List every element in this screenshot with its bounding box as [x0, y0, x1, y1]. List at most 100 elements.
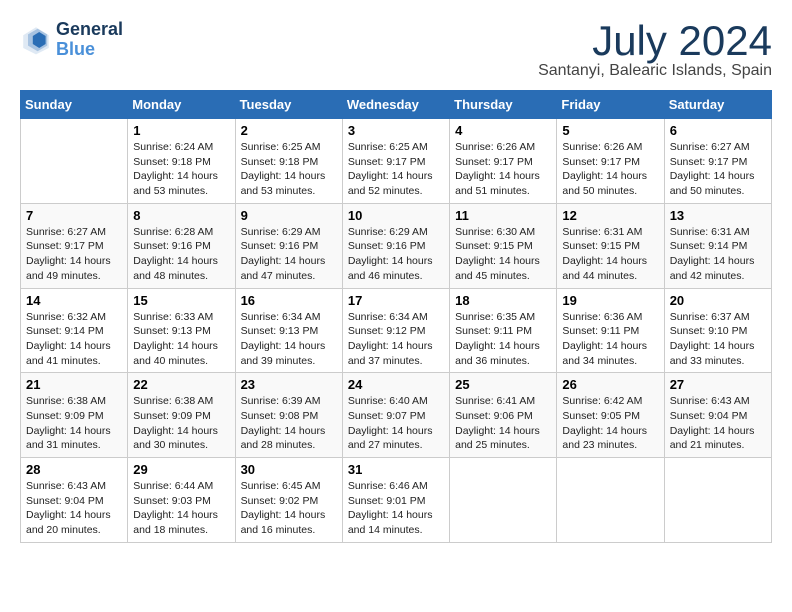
calendar-cell: 5 Sunrise: 6:26 AMSunset: 9:17 PMDaylight… — [557, 119, 664, 204]
cell-info: Sunrise: 6:26 AMSunset: 9:17 PMDaylight:… — [562, 140, 658, 199]
day-number: 24 — [348, 377, 444, 392]
calendar-table: SundayMondayTuesdayWednesdayThursdayFrid… — [20, 90, 772, 543]
day-number: 21 — [26, 377, 122, 392]
day-number: 12 — [562, 208, 658, 223]
header-friday: Friday — [557, 91, 664, 119]
calendar-cell: 8Sunrise: 6:28 AMSunset: 9:16 PMDaylight… — [128, 203, 235, 288]
calendar-cell: 18 Sunrise: 6:35 AMSunset: 9:11 PMDayligh… — [450, 288, 557, 373]
day-number: 7 — [26, 208, 122, 223]
cell-info: Sunrise: 6:43 AMSunset: 9:04 PMDaylight:… — [26, 479, 122, 538]
day-number: 22 — [133, 377, 229, 392]
day-number: 18 — [455, 293, 551, 308]
week-row-5: 28Sunrise: 6:43 AMSunset: 9:04 PMDayligh… — [21, 458, 772, 543]
cell-info: Sunrise: 6:32 AMSunset: 9:14 PMDaylight:… — [26, 310, 122, 369]
header-sunday: Sunday — [21, 91, 128, 119]
day-number: 1 — [133, 123, 229, 138]
cell-info: Sunrise: 6:27 AMSunset: 9:17 PMDaylight:… — [26, 225, 122, 284]
page-header: General Blue July 2024 Santanyi, Baleari… — [20, 20, 772, 80]
calendar-cell: 30 Sunrise: 6:45 AMSunset: 9:02 PMDayligh… — [235, 458, 342, 543]
calendar-cell: 13 Sunrise: 6:31 AMSunset: 9:14 PMDayligh… — [664, 203, 771, 288]
cell-info: Sunrise: 6:25 AMSunset: 9:18 PMDaylight:… — [241, 140, 337, 199]
logo-line2: Blue — [56, 39, 95, 59]
calendar-cell: 20Sunrise: 6:37 AMSunset: 9:10 PMDayligh… — [664, 288, 771, 373]
calendar-cell: 25 Sunrise: 6:41 AMSunset: 9:06 PMDayligh… — [450, 373, 557, 458]
calendar-cell: 23 Sunrise: 6:39 AMSunset: 9:08 PMDayligh… — [235, 373, 342, 458]
cell-info: Sunrise: 6:37 AMSunset: 9:10 PMDaylight:… — [670, 310, 766, 369]
cell-info: Sunrise: 6:38 AMSunset: 9:09 PMDaylight:… — [133, 394, 229, 453]
cell-info: Sunrise: 6:43 AMSunset: 9:04 PMDaylight:… — [670, 394, 766, 453]
cell-info: Sunrise: 6:29 AMSunset: 9:16 PMDaylight:… — [241, 225, 337, 284]
header-thursday: Thursday — [450, 91, 557, 119]
day-number: 10 — [348, 208, 444, 223]
calendar-cell: 15 Sunrise: 6:33 AMSunset: 9:13 PMDayligh… — [128, 288, 235, 373]
cell-info: Sunrise: 6:31 AMSunset: 9:14 PMDaylight:… — [670, 225, 766, 284]
day-number: 6 — [670, 123, 766, 138]
logo-line1: General — [56, 20, 123, 40]
logo: General Blue — [20, 20, 123, 60]
day-number: 25 — [455, 377, 551, 392]
cell-info: Sunrise: 6:34 AMSunset: 9:13 PMDaylight:… — [241, 310, 337, 369]
cell-info: Sunrise: 6:26 AMSunset: 9:17 PMDaylight:… — [455, 140, 551, 199]
cell-info: Sunrise: 6:45 AMSunset: 9:02 PMDaylight:… — [241, 479, 337, 538]
cell-info: Sunrise: 6:29 AMSunset: 9:16 PMDaylight:… — [348, 225, 444, 284]
calendar-cell: 19Sunrise: 6:36 AMSunset: 9:11 PMDayligh… — [557, 288, 664, 373]
cell-info: Sunrise: 6:42 AMSunset: 9:05 PMDaylight:… — [562, 394, 658, 453]
header-saturday: Saturday — [664, 91, 771, 119]
day-number: 29 — [133, 462, 229, 477]
calendar-cell: 4 Sunrise: 6:26 AMSunset: 9:17 PMDaylight… — [450, 119, 557, 204]
main-title: July 2024 — [538, 20, 772, 62]
day-number: 2 — [241, 123, 337, 138]
day-number: 4 — [455, 123, 551, 138]
day-number: 27 — [670, 377, 766, 392]
cell-info: Sunrise: 6:33 AMSunset: 9:13 PMDaylight:… — [133, 310, 229, 369]
calendar-cell: 31 Sunrise: 6:46 AMSunset: 9:01 PMDayligh… — [342, 458, 449, 543]
day-number: 3 — [348, 123, 444, 138]
day-number: 5 — [562, 123, 658, 138]
calendar-cell — [664, 458, 771, 543]
calendar-cell: 14Sunrise: 6:32 AMSunset: 9:14 PMDayligh… — [21, 288, 128, 373]
header-tuesday: Tuesday — [235, 91, 342, 119]
day-number: 31 — [348, 462, 444, 477]
calendar-cell: 2 Sunrise: 6:25 AMSunset: 9:18 PMDaylight… — [235, 119, 342, 204]
calendar-cell: 16 Sunrise: 6:34 AMSunset: 9:13 PMDayligh… — [235, 288, 342, 373]
header-row: SundayMondayTuesdayWednesdayThursdayFrid… — [21, 91, 772, 119]
calendar-cell: 22 Sunrise: 6:38 AMSunset: 9:09 PMDayligh… — [128, 373, 235, 458]
subtitle: Santanyi, Balearic Islands, Spain — [538, 62, 772, 80]
calendar-cell: 1Sunrise: 6:24 AMSunset: 9:18 PMDaylight… — [128, 119, 235, 204]
day-number: 17 — [348, 293, 444, 308]
day-number: 16 — [241, 293, 337, 308]
week-row-4: 21 Sunrise: 6:38 AMSunset: 9:09 PMDayligh… — [21, 373, 772, 458]
calendar-cell: 24 Sunrise: 6:40 AMSunset: 9:07 PMDayligh… — [342, 373, 449, 458]
day-number: 15 — [133, 293, 229, 308]
calendar-cell: 10 Sunrise: 6:29 AMSunset: 9:16 PMDayligh… — [342, 203, 449, 288]
cell-info: Sunrise: 6:30 AMSunset: 9:15 PMDaylight:… — [455, 225, 551, 284]
calendar-cell: 26Sunrise: 6:42 AMSunset: 9:05 PMDayligh… — [557, 373, 664, 458]
cell-info: Sunrise: 6:40 AMSunset: 9:07 PMDaylight:… — [348, 394, 444, 453]
logo-icon — [20, 24, 52, 56]
header-monday: Monday — [128, 91, 235, 119]
cell-info: Sunrise: 6:41 AMSunset: 9:06 PMDaylight:… — [455, 394, 551, 453]
cell-info: Sunrise: 6:36 AMSunset: 9:11 PMDaylight:… — [562, 310, 658, 369]
calendar-cell — [21, 119, 128, 204]
cell-info: Sunrise: 6:39 AMSunset: 9:08 PMDaylight:… — [241, 394, 337, 453]
week-row-2: 7 Sunrise: 6:27 AMSunset: 9:17 PMDaylight… — [21, 203, 772, 288]
cell-info: Sunrise: 6:46 AMSunset: 9:01 PMDaylight:… — [348, 479, 444, 538]
calendar-cell — [557, 458, 664, 543]
day-number: 30 — [241, 462, 337, 477]
calendar-cell: 28Sunrise: 6:43 AMSunset: 9:04 PMDayligh… — [21, 458, 128, 543]
calendar-cell: 6 Sunrise: 6:27 AMSunset: 9:17 PMDaylight… — [664, 119, 771, 204]
calendar-cell — [450, 458, 557, 543]
day-number: 8 — [133, 208, 229, 223]
week-row-3: 14Sunrise: 6:32 AMSunset: 9:14 PMDayligh… — [21, 288, 772, 373]
day-number: 9 — [241, 208, 337, 223]
day-number: 13 — [670, 208, 766, 223]
calendar-cell: 3Sunrise: 6:25 AMSunset: 9:17 PMDaylight… — [342, 119, 449, 204]
cell-info: Sunrise: 6:35 AMSunset: 9:11 PMDaylight:… — [455, 310, 551, 369]
day-number: 23 — [241, 377, 337, 392]
calendar-cell: 29 Sunrise: 6:44 AMSunset: 9:03 PMDayligh… — [128, 458, 235, 543]
week-row-1: 1Sunrise: 6:24 AMSunset: 9:18 PMDaylight… — [21, 119, 772, 204]
cell-info: Sunrise: 6:27 AMSunset: 9:17 PMDaylight:… — [670, 140, 766, 199]
header-wednesday: Wednesday — [342, 91, 449, 119]
cell-info: Sunrise: 6:44 AMSunset: 9:03 PMDaylight:… — [133, 479, 229, 538]
calendar-cell: 17Sunrise: 6:34 AMSunset: 9:12 PMDayligh… — [342, 288, 449, 373]
